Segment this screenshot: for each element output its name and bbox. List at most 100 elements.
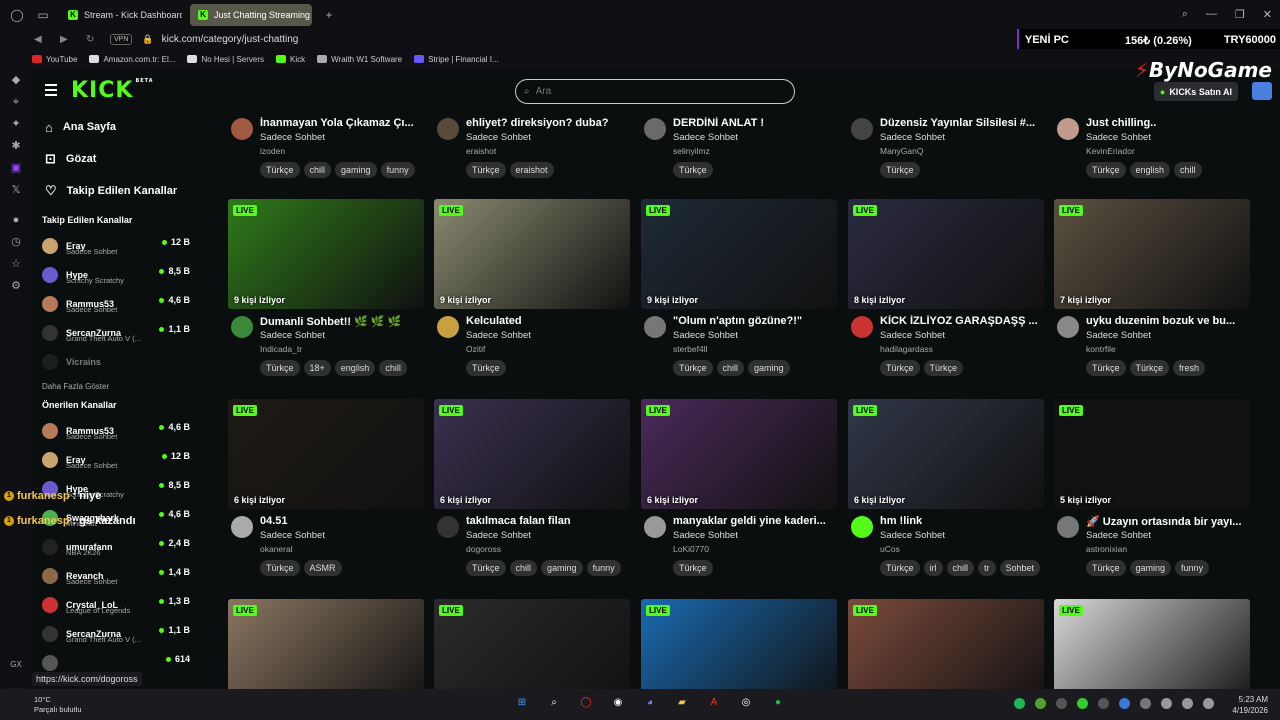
- tray-network-icon[interactable]: [1182, 698, 1193, 709]
- streamer-name[interactable]: KevinEriador: [1086, 146, 1135, 156]
- user-avatar[interactable]: [1252, 82, 1272, 100]
- tray-app-icon[interactable]: [1056, 698, 1067, 709]
- tag-chip[interactable]: irl: [923, 560, 943, 576]
- crypto-wallet-icon[interactable]: ✦: [9, 117, 23, 131]
- stream-card[interactable]: LIVE 8 kişi izliyor KİCK İZLİYOZ GARAŞDAŞŞ…: [848, 199, 1044, 399]
- bookmark-item[interactable]: No Hesi | Servers: [187, 55, 264, 64]
- tray-volume-icon[interactable]: [1203, 698, 1214, 709]
- stream-thumbnail[interactable]: LIVE 6 kişi izliyor: [434, 399, 630, 509]
- sidebar-channel[interactable]: SercanZurna Grand Theft Auto V (... 1,1 B: [32, 318, 198, 347]
- streamer-name[interactable]: okaneral: [260, 544, 293, 554]
- tag-chip[interactable]: funny: [1175, 560, 1210, 576]
- bynogame-banner[interactable]: ⚡ByNoGame: [1135, 58, 1272, 82]
- search-icon[interactable]: ⌕: [546, 695, 562, 711]
- x-icon[interactable]: 𝕏: [9, 183, 23, 197]
- stream-category[interactable]: Sadece Sohbet: [673, 132, 738, 143]
- bookmark-item[interactable]: Stripe | Financial I...: [414, 55, 499, 64]
- stream-title[interactable]: hm !link: [880, 515, 1052, 527]
- stream-category[interactable]: Sadece Sohbet: [1086, 530, 1151, 541]
- tray-app-icon[interactable]: [1035, 698, 1046, 709]
- tray-mic-icon[interactable]: [1161, 698, 1172, 709]
- streamer-name[interactable]: selinyilmz: [673, 146, 710, 156]
- sidebar-channel[interactable]: Rammus53 Sadece Sohbet 4,6 B: [32, 416, 198, 445]
- tab-menu-icon[interactable]: ▭: [34, 6, 52, 24]
- tag-chip[interactable]: Türkçe: [673, 560, 713, 576]
- stream-thumbnail[interactable]: LIVE: [848, 599, 1044, 689]
- extension-icon[interactable]: ✱: [9, 139, 23, 153]
- stream-title[interactable]: Kelculated: [466, 315, 638, 327]
- tag-chip[interactable]: chill: [946, 560, 975, 576]
- channel-avatar[interactable]: [851, 118, 873, 140]
- streamer-name[interactable]: uCos: [880, 544, 900, 554]
- stream-thumbnail[interactable]: LIVE 9 kişi izliyor: [641, 199, 837, 309]
- adobe-icon[interactable]: A: [706, 695, 722, 711]
- stream-category[interactable]: Sadece Sohbet: [880, 530, 945, 541]
- stream-thumbnail[interactable]: LIVE: [641, 599, 837, 689]
- stream-thumbnail[interactable]: LIVE 9 kişi izliyor: [434, 199, 630, 309]
- stream-category[interactable]: Sadece Sohbet: [260, 530, 325, 541]
- bookmark-item[interactable]: YouTube: [32, 55, 77, 64]
- folder-icon[interactable]: ▰: [674, 695, 690, 711]
- close-icon[interactable]: ✕: [1263, 8, 1272, 21]
- tab-just-chatting[interactable]: K Just Chatting Streaming -: [190, 3, 312, 26]
- stream-thumbnail[interactable]: LIVE 6 kişi izliyor: [848, 399, 1044, 509]
- channel-avatar[interactable]: [851, 516, 873, 538]
- stream-title[interactable]: İnanmayan Yola Çıkamaz Çı...: [260, 117, 432, 129]
- tag-chip[interactable]: Türkçe: [1086, 360, 1126, 376]
- kick-logo[interactable]: KICK BETA: [71, 78, 154, 103]
- stream-card[interactable]: LIVE 6 kişi izliyor hm !link Sadece Sohbet u…: [848, 399, 1044, 599]
- nav-compass[interactable]: ⊡ Gözat: [32, 143, 198, 175]
- bookmark-item[interactable]: Kick: [276, 55, 305, 64]
- tag-chip[interactable]: Türkçe: [880, 162, 920, 178]
- stream-card[interactable]: DERDİNİ ANLAT ! Sadece Sohbet selinyilmz Tü…: [641, 111, 837, 201]
- tag-chip[interactable]: Türkçe: [466, 360, 506, 376]
- tag-chip[interactable]: chill: [1174, 162, 1202, 178]
- stream-thumbnail[interactable]: LIVE 6 kişi izliyor: [228, 399, 424, 509]
- sidebar-channel[interactable]: Eray Sadece Sohbet 12 B: [32, 231, 198, 260]
- new-tab-icon[interactable]: +: [320, 6, 338, 24]
- channel-avatar[interactable]: [644, 118, 666, 140]
- stream-title[interactable]: Dumanli Sohbet!! 🌿 🌿 🌿: [260, 315, 432, 328]
- channel-avatar[interactable]: [437, 516, 459, 538]
- search-input[interactable]: [535, 86, 776, 97]
- tag-chip[interactable]: chill: [716, 360, 745, 376]
- stream-title[interactable]: "Olum n'aptın gözüne?!": [673, 315, 845, 327]
- clock[interactable]: 5:23 AM 4/19/2026: [1232, 694, 1268, 716]
- tag-chip[interactable]: Türkçe: [673, 162, 713, 178]
- tag-chip[interactable]: Türkçe: [880, 560, 920, 576]
- channel-avatar[interactable]: [437, 316, 459, 338]
- tag-chip[interactable]: chill: [303, 162, 332, 178]
- show-more-link[interactable]: Daha Fazla Göster: [42, 382, 198, 400]
- channel-avatar[interactable]: [644, 316, 666, 338]
- stream-title[interactable]: 04.51: [260, 515, 432, 527]
- search-box[interactable]: ⌕: [515, 79, 795, 104]
- stream-card[interactable]: LIVE: [848, 599, 1044, 689]
- stream-card[interactable]: LIVE: [1054, 599, 1250, 689]
- start-icon[interactable]: ⊞: [514, 695, 530, 711]
- menu-icon[interactable]: [45, 84, 57, 96]
- weather-widget[interactable]: 10°C Parçalı bulutlu: [34, 695, 82, 715]
- stream-title[interactable]: manyaklar geldi yine kaderi...: [673, 515, 845, 527]
- stream-card[interactable]: LIVE 9 kişi izliyor "Olum n'aptın gözüne?!…: [641, 199, 837, 399]
- spotify-icon[interactable]: ●: [9, 213, 23, 227]
- streamer-name[interactable]: sterbef4ll: [673, 344, 708, 354]
- tag-chip[interactable]: fresh: [1173, 360, 1206, 376]
- stream-thumbnail[interactable]: LIVE 8 kişi izliyor: [848, 199, 1044, 309]
- tag-chip[interactable]: Sohbet: [999, 560, 1041, 576]
- sidebar-channel[interactable]: umurafann NBA 2K26 2,4 B: [32, 532, 198, 561]
- stream-card[interactable]: LIVE 7 kişi izliyor uyku duzenim bozuk ve …: [1054, 199, 1250, 399]
- stream-card[interactable]: İnanmayan Yola Çıkamaz Çı... Sadece Sohbe…: [228, 111, 424, 201]
- tag-chip[interactable]: Türkçe: [923, 360, 964, 376]
- stream-card[interactable]: Just chilling.. Sadece Sohbet KevinEriador…: [1054, 111, 1250, 201]
- streamer-name[interactable]: dogoross: [466, 544, 501, 554]
- reload-icon[interactable]: ↻: [86, 34, 100, 45]
- stream-thumbnail[interactable]: LIVE: [1054, 599, 1250, 689]
- tag-chip[interactable]: 18+: [303, 360, 331, 376]
- vpn-badge[interactable]: VPN: [110, 33, 133, 45]
- tag-chip[interactable]: Türkçe: [880, 360, 920, 376]
- stream-title[interactable]: 🚀 Uzayın ortasında bir yayı...: [1086, 515, 1258, 528]
- channel-avatar[interactable]: [851, 316, 873, 338]
- tag-chip[interactable]: Türkçe: [260, 360, 300, 376]
- streamer-name[interactable]: LoKi0770: [673, 544, 709, 554]
- tag-chip[interactable]: english: [334, 360, 376, 376]
